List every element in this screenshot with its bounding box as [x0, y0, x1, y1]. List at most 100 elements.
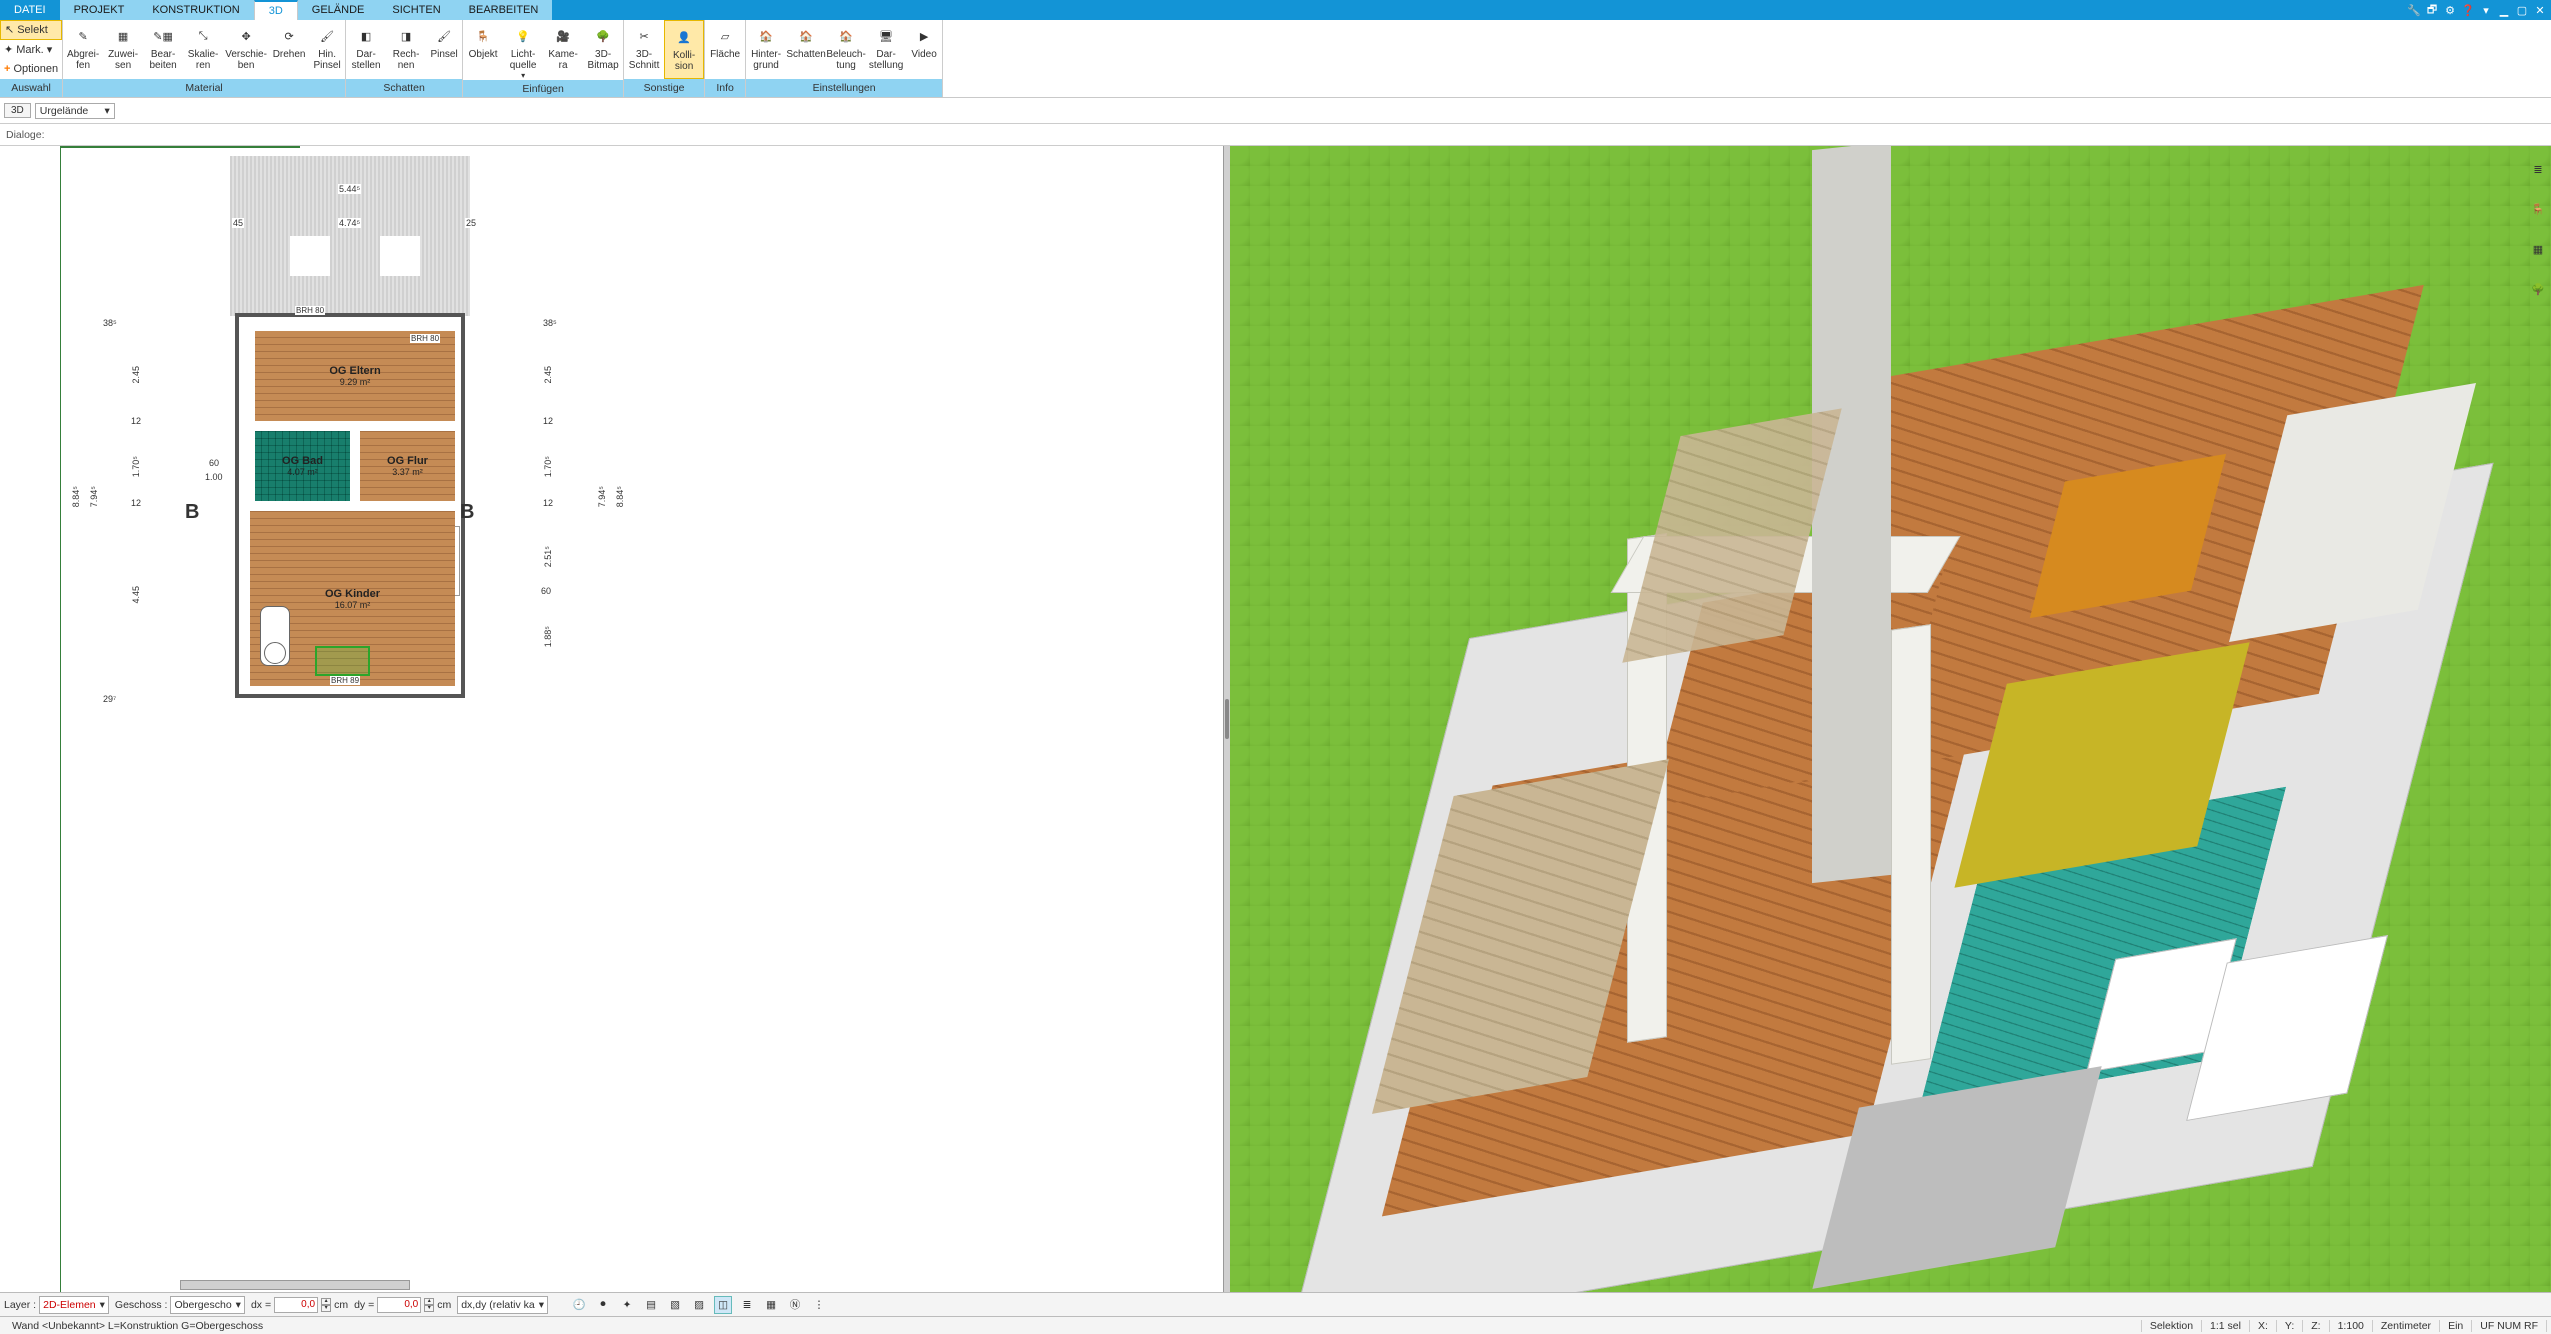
brh: BRH 80	[295, 306, 325, 315]
room-kinder-label: OG Kinder	[325, 588, 380, 600]
status-ein: Ein	[2440, 1320, 2472, 1332]
group-title: Einstellungen	[746, 79, 942, 97]
btn-objekt[interactable]: 🪑Objekt	[463, 20, 503, 80]
hatch1-icon[interactable]: ▧	[666, 1296, 684, 1314]
north-icon[interactable]: Ⓝ	[786, 1296, 804, 1314]
section-marker-right: B	[460, 501, 474, 524]
tree-tool-icon[interactable]: 🌳	[2527, 278, 2549, 300]
btn-abgreifen[interactable]: ✎Abgrei-fen	[63, 20, 103, 79]
btn-zuweisen[interactable]: ▦Zuwei-sen	[103, 20, 143, 79]
cube-view-icon[interactable]: ◫	[714, 1296, 732, 1314]
btn-kamera[interactable]: 🎥Kame-ra	[543, 20, 583, 80]
settings-icon[interactable]: ⚙	[2443, 3, 2457, 17]
dx-spinner[interactable]: ▴▾	[321, 1298, 331, 1312]
pane-3d[interactable]: ≣ 🪑 ▦ 🌳	[1230, 146, 2551, 1292]
dim: 38⁵	[542, 318, 558, 328]
label: Dar-stellen	[352, 49, 381, 71]
record-icon[interactable]: ⏺	[594, 1296, 612, 1314]
tab-konstruktion[interactable]: KONSTRUKTION	[138, 0, 253, 20]
tab-datei[interactable]: DATEI	[0, 0, 60, 20]
minimize-icon[interactable]: ▁	[2497, 3, 2511, 17]
geschoss-label: Geschoss :	[115, 1299, 168, 1311]
stack-icon[interactable]: ▤	[642, 1296, 660, 1314]
btn-kollision[interactable]: 👤Kolli-sion	[664, 20, 704, 79]
btn-hinpinsel[interactable]: 🖌Hin.Pinsel	[309, 20, 345, 79]
btn-darstellung[interactable]: 🖥Dar-stellung	[866, 20, 906, 79]
dim: 1.88⁵	[542, 626, 554, 647]
status-selratio: 1:1 sel	[2202, 1320, 2250, 1332]
furniture-icon[interactable]: 🪑	[2527, 198, 2549, 220]
close-icon[interactable]: ✕	[2533, 3, 2547, 17]
dim: 2.45	[542, 366, 554, 384]
room-flur-label: OG Flur	[387, 455, 428, 467]
btn-3dbitmap[interactable]: 🌳3D-Bitmap	[583, 20, 623, 80]
group-title: Schatten	[346, 79, 462, 97]
btn-rechnen[interactable]: ◨Rech-nen	[386, 20, 426, 79]
group-info: ▱Fläche Info	[705, 20, 746, 97]
dy-input[interactable]	[377, 1297, 421, 1313]
btn-pinsel[interactable]: 🖌Pinsel	[426, 20, 462, 79]
layer-combo[interactable]: 2D-Elemen▾	[39, 1296, 109, 1314]
btn-beleuchtung[interactable]: 🏠Beleuch-tung	[826, 20, 866, 79]
terrain-combo[interactable]: Urgelände▾	[35, 103, 115, 119]
brush-icon: 🖌	[432, 24, 456, 48]
tab-3d[interactable]: 3D	[254, 0, 298, 20]
label: Skalie-ren	[188, 49, 219, 71]
layers-icon[interactable]: ≣	[2527, 158, 2549, 180]
btn-drehen[interactable]: ⟳Drehen	[269, 20, 309, 79]
dropdown-icon[interactable]: ▾	[2479, 3, 2493, 17]
mode-combo[interactable]: dx,dy (relativ ka▾	[457, 1296, 548, 1314]
btn-lichtquelle[interactable]: 💡Licht-quelle▾	[503, 20, 543, 80]
window-icon[interactable]: 🗗	[2425, 3, 2439, 17]
btn-hintergrund[interactable]: 🏠Hinter-grund	[746, 20, 786, 79]
dx-input[interactable]	[274, 1297, 318, 1313]
ribbon: ↖ Selekt ✦ Mark. ▾ + Optionen Auswahl ✎A…	[0, 20, 2551, 98]
tab-projekt[interactable]: PROJEKT	[60, 0, 139, 20]
tool-icon[interactable]: 🔧	[2407, 3, 2421, 17]
btn-3dschnitt[interactable]: ✂3D-Schnitt	[624, 20, 664, 79]
optionen-button[interactable]: + Optionen	[0, 60, 62, 80]
btn-skalieren[interactable]: ⤡Skalie-ren	[183, 20, 223, 79]
selected-object[interactable]	[315, 646, 370, 676]
tab-sichten[interactable]: SICHTEN	[378, 0, 454, 20]
popup-icon[interactable]: ⋮	[810, 1296, 828, 1314]
mark-button[interactable]: ✦ Mark. ▾	[0, 40, 62, 60]
dim: 38⁵	[102, 318, 118, 328]
selekt-label: Selekt	[17, 24, 48, 36]
dialoge-label: Dialoge:	[6, 129, 45, 141]
monitor-icon: 🖥	[874, 24, 898, 48]
dim: 1.70⁵	[542, 456, 554, 477]
maximize-icon[interactable]: ▢	[2515, 3, 2529, 17]
dim: 8.84⁵	[614, 486, 626, 507]
selekt-button[interactable]: ↖ Selekt	[0, 20, 62, 40]
help-icon[interactable]: ❓	[2461, 3, 2475, 17]
plus-icon: +	[4, 63, 10, 75]
bottom-bar: Layer : 2D-Elemen▾ Geschoss : Obergescho…	[0, 1292, 2551, 1316]
hatch2-icon[interactable]: ▨	[690, 1296, 708, 1314]
tab-gelaende[interactable]: GELÄNDE	[298, 0, 379, 20]
eyedropper-icon: ✎	[71, 24, 95, 48]
status-x: X:	[2250, 1320, 2277, 1332]
status-scale: 1:100	[2330, 1320, 2373, 1332]
btn-video[interactable]: ▶Video	[906, 20, 942, 79]
btn-flaeche[interactable]: ▱Fläche	[705, 20, 745, 79]
btn-schatten2[interactable]: 🏠Schatten	[786, 20, 826, 79]
dy-spinner[interactable]: ▴▾	[424, 1298, 434, 1312]
clock-icon[interactable]: 🕘	[570, 1296, 588, 1314]
geschoss-combo[interactable]: Obergescho▾	[170, 1296, 244, 1314]
grid-icon[interactable]: ▦	[762, 1296, 780, 1314]
list-icon[interactable]: ≣	[738, 1296, 756, 1314]
palette-icon[interactable]: ▦	[2527, 238, 2549, 260]
dy-label: dy =	[354, 1299, 374, 1311]
btn-verschieben[interactable]: ✥Verschie-ben	[223, 20, 269, 79]
btn-darstellen[interactable]: ◧Dar-stellen	[346, 20, 386, 79]
pane-2d[interactable]: OG Eltern 9.29 m² OG Bad 4.07 m² OG Flur…	[0, 146, 1224, 1292]
btn-bearbeiten[interactable]: ✎▦Bear-beiten	[143, 20, 183, 79]
auswahl-title: Auswahl	[0, 79, 62, 97]
dx-label: dx =	[251, 1299, 271, 1311]
collision-icon: 👤	[672, 25, 696, 49]
dim: 4.45	[130, 586, 142, 604]
star-icon[interactable]: ✦	[618, 1296, 636, 1314]
horizontal-scrollbar[interactable]	[180, 1280, 410, 1290]
tab-bearbeiten[interactable]: BEARBEITEN	[455, 0, 553, 20]
